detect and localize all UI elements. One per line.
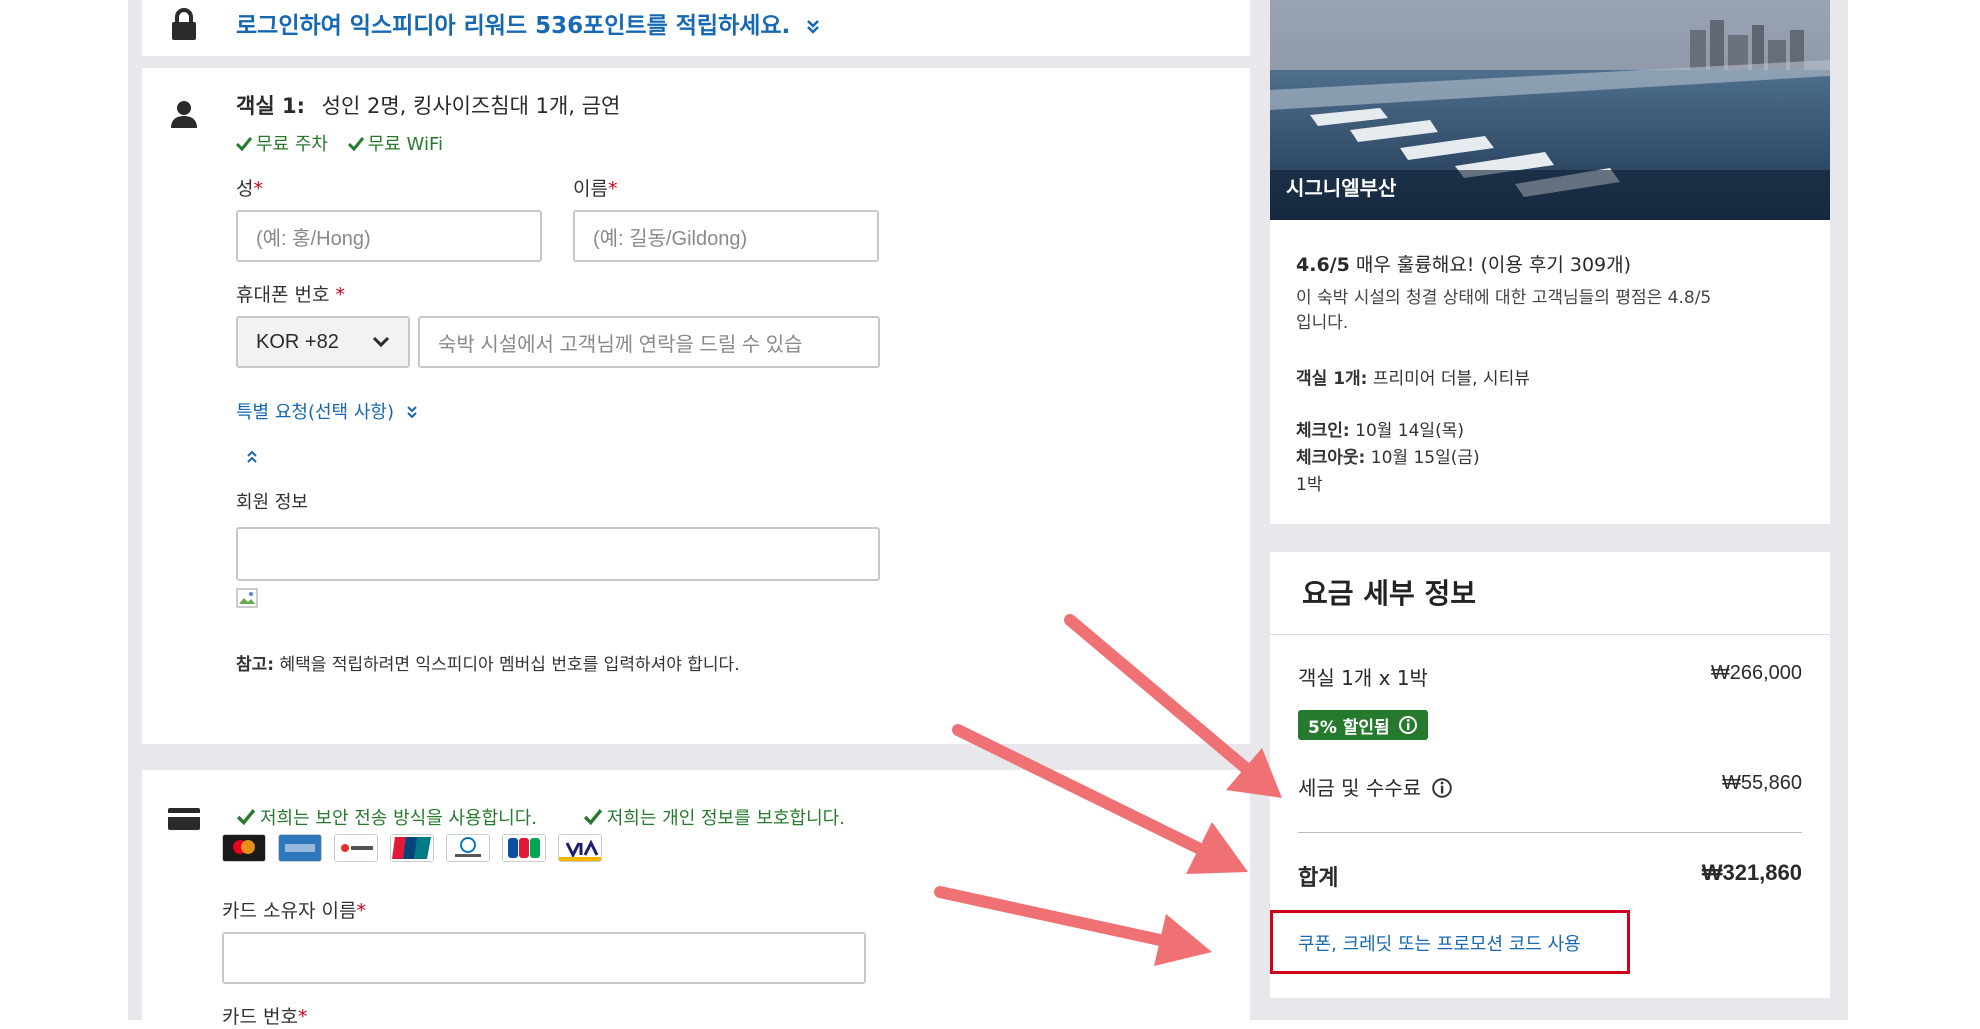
total-label: 합계	[1298, 866, 1339, 891]
country-code-value: KOR +82	[256, 330, 339, 353]
diners-club-logo	[446, 834, 490, 862]
cardholder-input[interactable]	[222, 932, 866, 984]
price-details-card: 요금 세부 정보 객실 1개 x 1박 ₩266,000 5% 할인됨 세금 및…	[1270, 552, 1830, 998]
total-value: ₩321,860	[1701, 860, 1802, 885]
room-summary-text: 성인 2명, 킹사이즈침대 1개, 금연	[321, 94, 621, 118]
price-details-title: 요금 세부 정보	[1302, 577, 1477, 610]
coupon-code-link[interactable]: 쿠폰, 크레딧 또는 프로모션 코드 사용	[1298, 930, 1581, 956]
first-name-label: 이름*	[573, 178, 618, 200]
last-name-input[interactable]: (예: 홍/Hong)	[236, 210, 542, 262]
guest-info-card: 객실 1: 성인 2명, 킹사이즈침대 1개, 금연 무료 주차 무료 WiFi…	[142, 68, 1250, 744]
secure-transfer-text: 저희는 보안 전송 방식을 사용합니다.	[260, 808, 538, 829]
note-text: 혜택을 적립하려면 익스피디아 멤버십 번호를 입력하셔야 합니다.	[279, 655, 740, 675]
amex-logo	[278, 834, 322, 862]
card-number-label: 카드 번호*	[222, 1006, 308, 1028]
discount-badge: 5% 할인됨	[1298, 710, 1428, 740]
special-request-toggle[interactable]: 특별 요청(선택 사항)	[236, 398, 418, 424]
hotel-name: 시그니엘부산	[1286, 176, 1397, 200]
member-note: 참고: 혜택을 적립하려면 익스피디아 멤버십 번호를 입력하셔야 합니다.	[236, 650, 740, 675]
privacy-text: 저희는 개인 정보를 보호합니다.	[606, 808, 845, 829]
divider	[1298, 832, 1802, 833]
visa-logo	[558, 834, 602, 862]
cleanliness-text: 이 숙박 시설의 청결 상태에 대한 고객님들의 평점은 4.8/5 입니다.	[1296, 288, 1712, 333]
checkin-line: 체크인: 10월 14일(목)	[1296, 421, 1464, 441]
broken-image-icon	[236, 588, 258, 608]
mastercard-logo	[222, 834, 266, 862]
tax-label: 세금 및 수수료	[1298, 772, 1453, 801]
info-icon[interactable]	[1431, 777, 1453, 799]
divider	[1270, 634, 1830, 635]
user-icon	[171, 101, 197, 128]
last-name-label: 성*	[236, 178, 263, 200]
login-banner-text: 로그인하여 익스피디아 리워드 536포인트를 적립하세요.	[236, 13, 791, 39]
info-icon[interactable]	[1398, 715, 1418, 735]
double-chevron-down-icon	[807, 20, 820, 34]
amenity-free-wifi: 무료 WiFi	[367, 134, 443, 155]
tax-value: ₩55,860	[1721, 772, 1802, 794]
credit-card-icon	[168, 808, 200, 830]
room-price-label: 객실 1개 x 1박	[1298, 666, 1428, 690]
room-price-value: ₩266,000	[1710, 662, 1802, 684]
double-chevron-down-icon	[406, 406, 417, 419]
phone-input[interactable]: 숙박 시설에서 고객님께 연락을 드릴 수 있습	[418, 316, 880, 368]
note-label: 참고:	[236, 655, 275, 675]
cardholder-label: 카드 소유자 이름*	[222, 900, 366, 922]
hotel-rating: 4.6/5 매우 훌륭해요! (이용 후기 309개)	[1296, 250, 1631, 277]
stay-dates: 체크인: 10월 14일(목) 체크아웃: 10월 15일(금) 1박	[1296, 418, 1480, 499]
chevron-down-icon	[372, 336, 390, 348]
special-request-label: 특별 요청(선택 사항)	[236, 402, 394, 423]
nights-count: 1박	[1296, 475, 1323, 495]
security-notes: 저희는 보안 전송 방식을 사용합니다. 저희는 개인 정보를 보호합니다.	[236, 804, 845, 830]
check-icon	[583, 809, 602, 826]
member-input[interactable]	[236, 527, 880, 581]
jcb-logo	[502, 834, 546, 862]
hotel-photo: 시그니엘부산	[1270, 0, 1830, 220]
checkout-line: 체크아웃: 10월 15일(금)	[1296, 448, 1480, 468]
check-icon	[236, 809, 256, 826]
login-banner-link[interactable]: 로그인하여 익스피디아 리워드 536포인트를 적립하세요.	[236, 6, 820, 40]
rating-text: 매우 훌륭해요! (이용 후기 309개)	[1355, 254, 1632, 276]
hotel-summary-card: 시그니엘부산 4.6/5 매우 훌륭해요! (이용 후기 309개) 이 숙박 …	[1270, 0, 1830, 524]
country-code-select[interactable]: KOR +82	[236, 316, 410, 368]
amenity-free-parking: 무료 주차	[256, 134, 328, 155]
check-icon	[347, 137, 364, 152]
room-amenities: 무료 주차 무료 WiFi	[236, 130, 443, 156]
room-type-value: 프리미어 더블, 시티뷰	[1372, 369, 1530, 389]
checkout-page: 로그인하여 익스피디아 리워드 536포인트를 적립하세요. 객실 1: 성인 …	[128, 0, 1848, 1028]
member-label: 회원 정보	[236, 492, 308, 513]
rating-score: 4.6/5	[1296, 254, 1350, 276]
room-label: 객실 1:	[236, 94, 305, 118]
room-summary: 객실 1: 성인 2명, 킹사이즈침대 1개, 금연	[236, 90, 620, 120]
bc-card-logo	[334, 834, 378, 862]
login-banner-card: 로그인하여 익스피디아 리워드 536포인트를 적립하세요.	[142, 0, 1250, 56]
double-chevron-up-icon[interactable]	[246, 450, 258, 464]
first-name-input[interactable]: (예: 길동/Gildong)	[573, 210, 879, 262]
lock-icon	[172, 8, 196, 40]
room-type-line: 객실 1개: 프리미어 더블, 시티뷰	[1296, 364, 1530, 389]
check-icon	[236, 137, 252, 152]
unionpay-logo	[390, 834, 434, 862]
room-type-label: 객실 1개:	[1296, 369, 1368, 389]
phone-label: 휴대폰 번호 *	[236, 284, 345, 306]
